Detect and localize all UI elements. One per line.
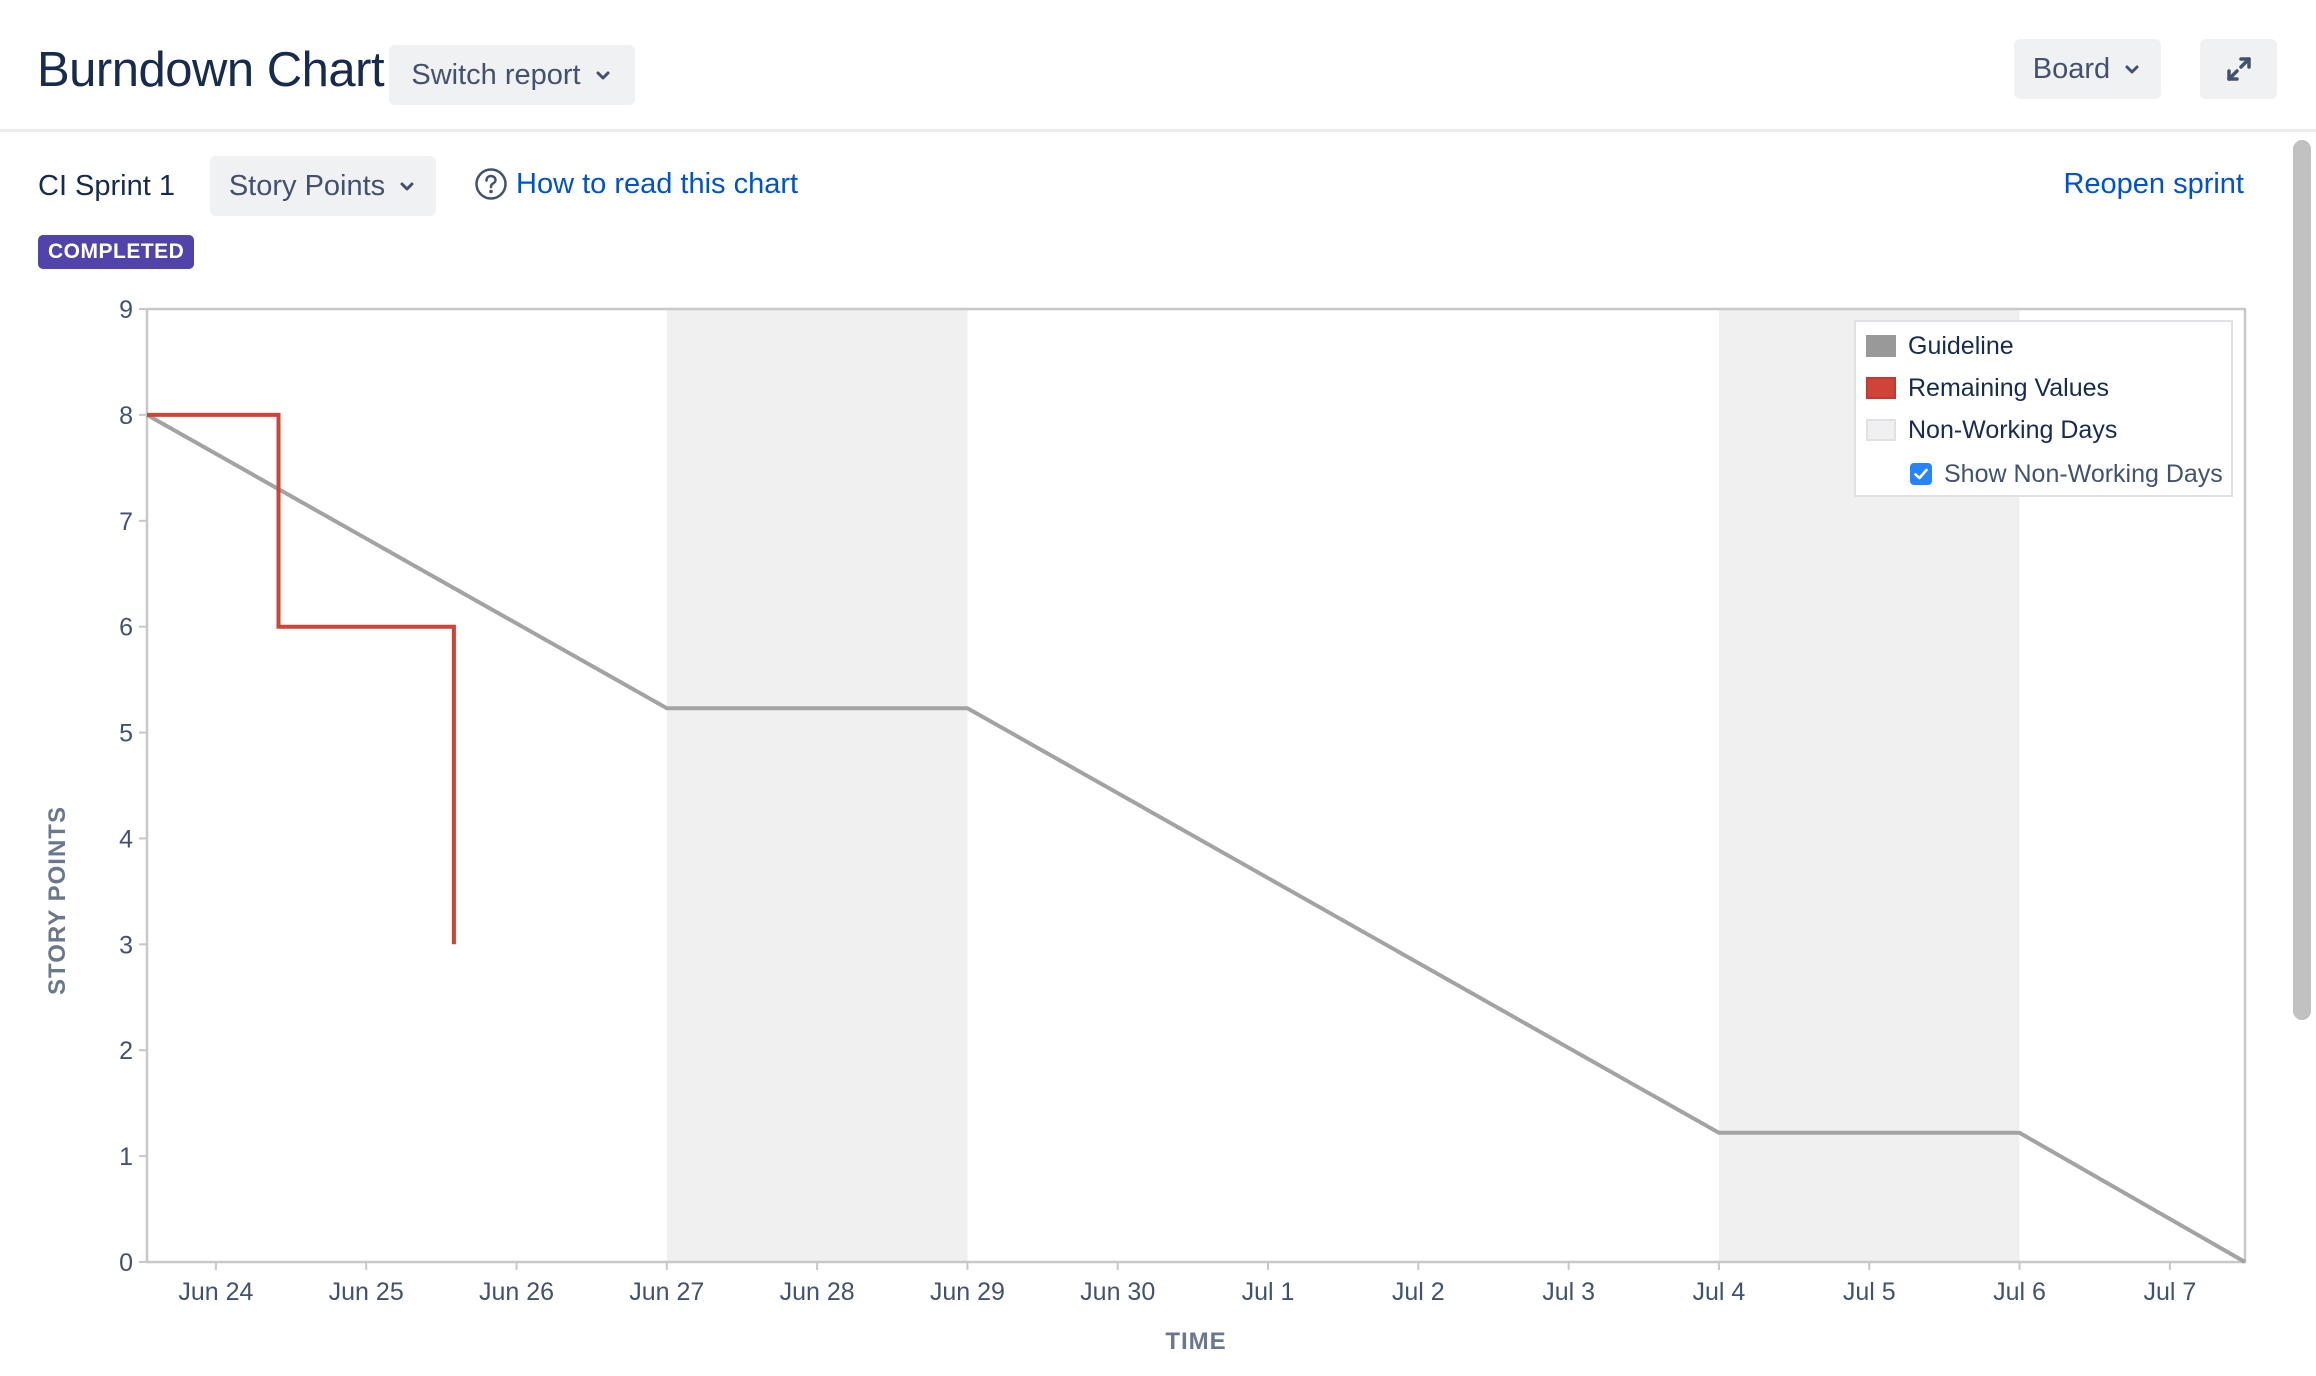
- non-working-days-layer: [666, 309, 2020, 1262]
- x-tick-label: Jul 5: [1843, 1278, 1896, 1306]
- legend-label-guideline: Guideline: [1908, 331, 2014, 360]
- legend-label-non-working-days: Non-Working Days: [1908, 415, 2118, 444]
- chevron-down-icon: [400, 182, 414, 191]
- how-to-read-chart-link[interactable]: How to read this chart: [474, 164, 798, 204]
- switch-report-label: Switch report: [411, 58, 581, 91]
- chevron-down-icon: [596, 71, 610, 80]
- x-tick-label: Jul 6: [1993, 1278, 2046, 1306]
- x-tick-label: Jun 26: [479, 1278, 554, 1306]
- y-tick-label: 4: [119, 825, 133, 853]
- burndown-report-page: Burndown Chart Switch report Board CI Sp…: [0, 0, 2316, 1376]
- chevron-down-icon: [2125, 65, 2139, 74]
- y-tick-label: 0: [119, 1249, 133, 1277]
- reopen-sprint-link[interactable]: Reopen sprint: [2063, 166, 2244, 202]
- x-tick-label: Jul 4: [1693, 1278, 1746, 1306]
- legend-item-guideline: Guideline: [1866, 331, 2014, 361]
- y-tick-label: 2: [119, 1037, 133, 1065]
- legend-swatch-remaining-values: [1866, 377, 1896, 399]
- y-tick-label: 6: [119, 614, 133, 642]
- estimation-statistic-dropdown[interactable]: Story Points: [210, 156, 436, 216]
- chart-legend: Guideline Remaining Values Non-Working D…: [1854, 320, 2233, 497]
- y-tick-label: 7: [119, 508, 133, 536]
- y-tick-label: 5: [119, 720, 133, 748]
- legend-swatch-guideline: [1866, 335, 1896, 357]
- check-icon: [1914, 468, 1928, 480]
- page-title: Burndown Chart: [37, 43, 385, 97]
- x-tick-label: Jun 30: [1080, 1278, 1155, 1306]
- expand-icon: [2226, 57, 2251, 81]
- sprint-name: CI Sprint 1: [38, 170, 175, 202]
- legend-item-remaining-values: Remaining Values: [1866, 373, 2109, 403]
- vertical-scrollbar-thumb[interactable]: [2293, 140, 2311, 1020]
- question-circle-icon: [475, 168, 507, 200]
- estimation-statistic-label: Story Points: [228, 169, 386, 202]
- x-tick-label: Jul 3: [1542, 1278, 1595, 1306]
- x-tick-label: Jun 27: [629, 1278, 704, 1306]
- x-axis-title: TIME: [1165, 1328, 1226, 1355]
- status-badge: COMPLETED: [38, 235, 195, 269]
- x-tick-label: Jun 24: [178, 1278, 253, 1306]
- x-tick-label: Jul 7: [2143, 1278, 2196, 1306]
- non-working-band: [666, 309, 968, 1262]
- legend-swatch-non-working-days: [1866, 419, 1896, 441]
- x-tick-label: Jul 2: [1392, 1278, 1445, 1306]
- fullscreen-button[interactable]: [2200, 39, 2277, 99]
- x-tick-label: Jul 1: [1242, 1278, 1295, 1306]
- remaining-values-series: [147, 412, 456, 945]
- show-non-working-days-label: Show Non-Working Days: [1944, 459, 2223, 488]
- x-tick-label: Jun 29: [930, 1278, 1005, 1306]
- how-to-read-chart-label: How to read this chart: [516, 167, 799, 200]
- board-label: Board: [2032, 52, 2111, 85]
- y-tick-label: 3: [119, 931, 133, 959]
- show-non-working-days-toggle[interactable]: Show Non-Working Days: [1910, 459, 2223, 489]
- x-tick-label: Jun 28: [780, 1278, 855, 1306]
- switch-report-button[interactable]: Switch report: [389, 45, 635, 105]
- y-axis-title: STORY POINTS: [44, 806, 71, 995]
- checkbox[interactable]: [1910, 463, 1932, 485]
- page-header: Burndown Chart Switch report Board: [0, 0, 2316, 132]
- x-tick-label: Jun 25: [329, 1278, 404, 1306]
- y-tick-label: 8: [119, 402, 133, 430]
- y-tick-label: 9: [119, 296, 133, 324]
- legend-item-non-working-days: Non-Working Days: [1866, 415, 2117, 445]
- y-tick-label: 1: [119, 1143, 133, 1171]
- legend-label-remaining-values: Remaining Values: [1908, 373, 2110, 402]
- board-button[interactable]: Board: [2014, 39, 2161, 99]
